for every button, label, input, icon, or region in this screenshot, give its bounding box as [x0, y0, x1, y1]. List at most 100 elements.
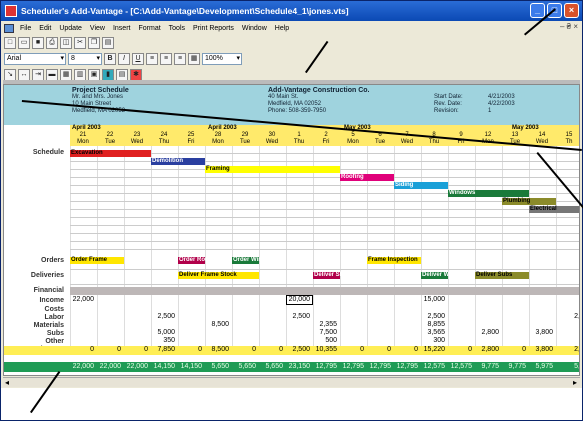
delivery-bar[interactable]: Deliver Subs [475, 272, 529, 279]
selected-cell[interactable] [286, 295, 313, 305]
paste-icon[interactable]: ▤ [102, 36, 114, 49]
menu-view[interactable]: View [86, 25, 109, 32]
font-select[interactable]: Arial [4, 52, 66, 65]
delivery-bar[interactable]: Deliver Shingles [313, 272, 361, 279]
labor-value[interactable]: 2,500 [145, 313, 175, 321]
horizontal-scrollbar[interactable]: ◂ ▸ [3, 377, 580, 387]
preview-icon[interactable]: ◫ [60, 36, 72, 49]
close-button[interactable]: × [564, 3, 579, 18]
job-balance-value: 5,650 [238, 363, 256, 370]
delivery-bar[interactable]: Deliver Windows [421, 272, 470, 279]
grid-line [70, 217, 579, 218]
report-tool-icon[interactable]: ▤ [116, 68, 128, 81]
menu-print-reports[interactable]: Print Reports [189, 25, 238, 32]
copy-icon[interactable]: ❐ [88, 36, 100, 49]
menu-window[interactable]: Window [238, 25, 271, 32]
menu-tools[interactable]: Tools [165, 25, 189, 32]
minimize-button[interactable]: _ [530, 3, 545, 18]
order-bar[interactable]: Frame Inspection [367, 257, 421, 264]
connector-icon[interactable]: ⇥ [32, 68, 44, 81]
labor-value[interactable]: 2, [550, 313, 579, 321]
grid-line [70, 209, 579, 210]
line-tool-icon[interactable]: ↔ [18, 68, 30, 81]
highlight-icon[interactable]: ✱ [130, 68, 142, 81]
menu-edit[interactable]: Edit [35, 25, 55, 32]
open-icon[interactable]: ▭ [18, 36, 30, 49]
schedule-grid[interactable]: Project Schedule Mr. and Mrs. Jones 1 0 M… [3, 84, 580, 376]
menu-file[interactable]: File [16, 25, 35, 32]
title-bar: Scheduler's Add-Vantage - [C:\Add-Vantag… [1, 1, 582, 21]
subs-value[interactable]: 3,565 [415, 329, 445, 337]
task-bar-framing[interactable]: Framing [205, 166, 340, 173]
date-cell: 15 Th [552, 132, 579, 146]
delivery-bar[interactable]: Deliver Frame Stock [178, 272, 259, 279]
job-balance-value: 12,575 [450, 363, 472, 370]
print-icon[interactable]: ⎙ [46, 36, 58, 49]
scroll-left-icon[interactable]: ◂ [5, 378, 9, 387]
subs-value[interactable]: 3,800 [523, 329, 553, 337]
arrow-tool-icon[interactable]: ↘ [4, 68, 16, 81]
bold-icon[interactable]: B [104, 52, 116, 65]
cut-icon[interactable]: ✂ [74, 36, 86, 49]
color-tool-icon[interactable]: ▮ [102, 68, 114, 81]
fill-color-icon[interactable]: ▦ [188, 52, 200, 65]
total-cost-value: 7,850 [157, 346, 175, 353]
size-select[interactable]: 8 [68, 52, 102, 65]
company-phone: Phone: 508-359-7950 [268, 108, 327, 114]
task-bar-roofing[interactable]: Roofing [340, 174, 394, 181]
row-label-other: Other [45, 338, 64, 345]
menu-update[interactable]: Update [55, 25, 86, 32]
total-cost-value: 0 [198, 346, 202, 353]
income-value[interactable]: 15,000 [415, 296, 445, 304]
new-icon[interactable]: □ [4, 36, 16, 49]
job-balance-value: 9,775 [481, 363, 499, 370]
income-value[interactable]: 22,000 [64, 296, 94, 304]
task-tool-icon[interactable]: ▬ [46, 68, 58, 81]
align-left-icon[interactable]: ≡ [146, 52, 158, 65]
align-center-icon[interactable]: ≡ [160, 52, 172, 65]
window-title: Scheduler's Add-Vantage - [C:\Add-Vantag… [21, 6, 349, 16]
document-icon[interactable] [4, 23, 14, 33]
labor-value[interactable]: 2,500 [280, 313, 310, 321]
subs-value[interactable]: 5,000 [145, 329, 175, 337]
subs-value[interactable]: 7,500 [307, 329, 337, 337]
order-bar[interactable]: Order Frame [70, 257, 124, 264]
start-date-value: 4/21/2003 [488, 94, 515, 100]
job-balance-value: 5,650 [265, 363, 283, 370]
calendar-tool-icon[interactable]: ▣ [88, 68, 100, 81]
menu-help[interactable]: Help [271, 25, 293, 32]
labor-value[interactable]: 2,500 [415, 313, 445, 321]
other-value[interactable]: 500 [307, 337, 337, 345]
grid-tool-icon[interactable]: ▦ [60, 68, 72, 81]
italic-icon[interactable]: I [118, 52, 130, 65]
month-label: May 2003 [512, 125, 539, 131]
other-value[interactable]: 350 [145, 337, 175, 345]
task-bar-plumbing[interactable]: Plumbing [502, 198, 556, 205]
order-bar[interactable]: Order Roof [178, 257, 211, 264]
other-value[interactable]: 300 [415, 337, 445, 345]
menu-format[interactable]: Format [134, 25, 164, 32]
maximize-button[interactable]: □ [547, 3, 562, 18]
materials-value[interactable]: 8,500 [199, 321, 229, 329]
materials-value[interactable]: 8,855 [415, 321, 445, 329]
mdi-controls[interactable]: – ₴ × [560, 22, 578, 31]
save-icon[interactable]: ■ [32, 36, 44, 49]
materials-value[interactable]: 2,355 [307, 321, 337, 329]
row-label-subs: Subs [46, 330, 64, 337]
menu-insert[interactable]: Insert [109, 25, 135, 32]
zoom-select[interactable]: 100% [202, 52, 242, 65]
revision-value: 1 [488, 108, 492, 114]
task-bar-siding[interactable]: Siding [394, 182, 448, 189]
total-cost-value: 2,800 [481, 346, 499, 353]
underline-icon[interactable]: U [132, 52, 144, 65]
task-bar-demolition[interactable]: Demolition [151, 158, 205, 165]
revision-label: Revision: [434, 108, 459, 114]
subs-value[interactable]: 2,800 [469, 329, 499, 337]
scroll-right-icon[interactable]: ▸ [573, 378, 577, 387]
align-right-icon[interactable]: ≡ [174, 52, 186, 65]
task-bar-excavation[interactable]: Excavation [70, 150, 151, 157]
chart-tool-icon[interactable]: ▥ [74, 68, 86, 81]
task-bar-windows[interactable]: Windows [448, 190, 529, 197]
order-bar[interactable]: Order Windows [232, 257, 277, 264]
task-bar-electrical[interactable]: Electrical [529, 206, 579, 213]
